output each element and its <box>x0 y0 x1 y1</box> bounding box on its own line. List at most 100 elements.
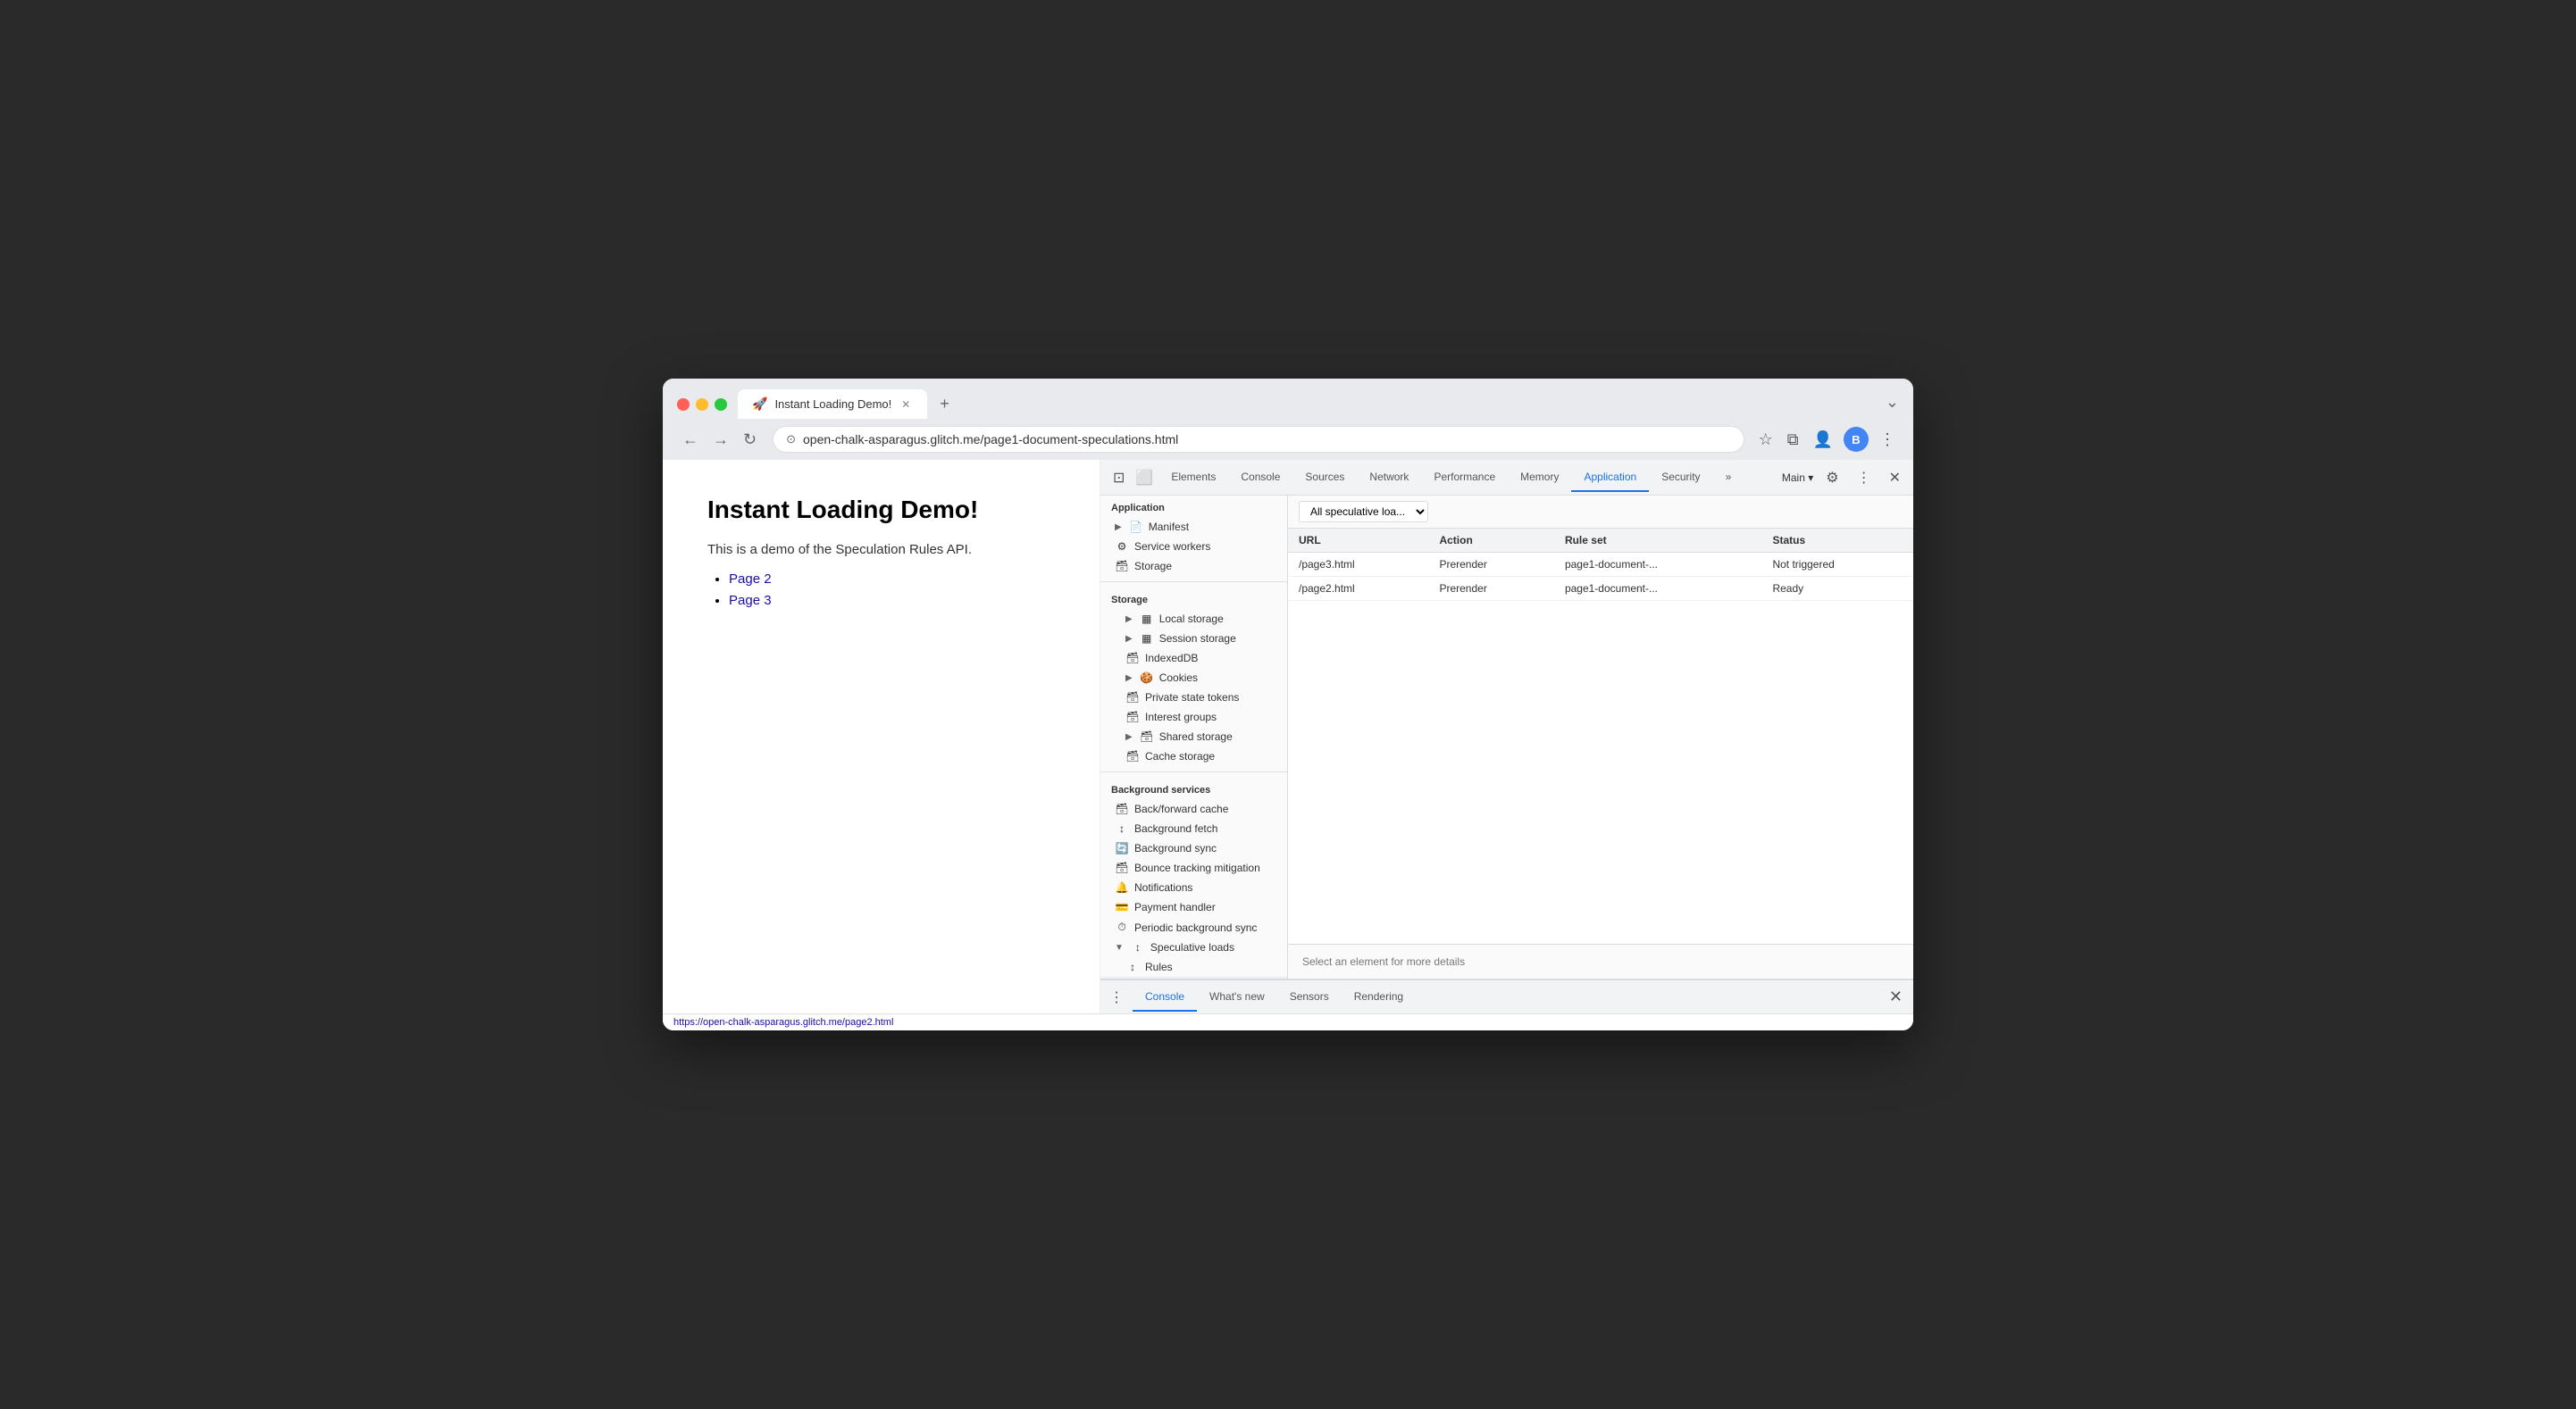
devtools-main-panel: All speculative loa... URL Action Rule s… <box>1288 496 1913 979</box>
console-close-button[interactable]: ✕ <box>1878 980 1913 1013</box>
forward-button[interactable]: → <box>707 427 734 453</box>
tab-security[interactable]: Security <box>1649 463 1712 492</box>
bounce-tracking-icon: 🗃 <box>1115 862 1129 874</box>
tab-network[interactable]: Network <box>1357 463 1421 492</box>
tab-application[interactable]: Application <box>1571 463 1649 492</box>
devtools-device-icon[interactable]: ⬜ <box>1130 465 1158 490</box>
sidebar-item-back-forward-cache[interactable]: 🗃 Back/forward cache <box>1100 799 1287 819</box>
filter-select[interactable]: All speculative loa... <box>1299 501 1428 522</box>
page3-link[interactable]: Page 3 <box>729 593 772 608</box>
console-tab-console[interactable]: Console <box>1133 983 1197 1012</box>
close-traffic-light[interactable] <box>677 398 690 411</box>
sidebar-item-local-storage[interactable]: ▶ ▦ Local storage <box>1100 609 1287 629</box>
local-storage-icon: ▦ <box>1140 613 1154 625</box>
notifications-label: Notifications <box>1134 881 1192 894</box>
tab-more[interactable]: » <box>1713 463 1744 492</box>
sidebar-item-bounce-tracking[interactable]: 🗃 Bounce tracking mitigation <box>1100 858 1287 878</box>
sidebar-item-storage-app[interactable]: 🗃 Storage <box>1100 556 1287 576</box>
sidebar-item-background-fetch[interactable]: ↕ Background fetch <box>1100 819 1287 838</box>
col-status: Status <box>1761 529 1913 553</box>
sidebar-item-indexeddb[interactable]: 🗃 IndexedDB <box>1100 648 1287 668</box>
minimize-traffic-light[interactable] <box>696 398 708 411</box>
tab-bar: 🚀 Instant Loading Demo! ✕ + <box>738 389 1875 419</box>
cell-action: Prerender <box>1428 553 1553 577</box>
storage-app-icon: 🗃 <box>1115 560 1129 572</box>
more-options-icon[interactable]: ⋮ <box>1876 427 1899 453</box>
payment-handler-label: Payment handler <box>1134 901 1216 913</box>
manifest-arrow: ▶ <box>1115 522 1122 532</box>
sidebar-item-rules[interactable]: ↕ Rules <box>1100 957 1287 977</box>
page2-link[interactable]: Page 2 <box>729 571 772 587</box>
speculative-loads-label: Speculative loads <box>1150 941 1234 954</box>
console-tab-sensors[interactable]: Sensors <box>1277 983 1342 1012</box>
devtools-selector-icon[interactable]: ⊡ <box>1108 465 1130 490</box>
status-bar: https://open-chalk-asparagus.glitch.me/p… <box>663 1013 1913 1030</box>
sidebar-item-cache-storage[interactable]: 🗃 Cache storage <box>1100 746 1287 766</box>
status-url: https://open-chalk-asparagus.glitch.me/p… <box>673 1017 893 1028</box>
address-input[interactable] <box>803 432 1731 446</box>
profile-icon[interactable]: 👤 <box>1810 427 1836 453</box>
tab-favicon: 🚀 <box>752 396 767 412</box>
tab-close-button[interactable]: ✕ <box>899 397 913 412</box>
sidebar-item-interest-groups[interactable]: 🗃 Interest groups <box>1100 707 1287 727</box>
console-tab-rendering[interactable]: Rendering <box>1342 983 1416 1012</box>
table-row[interactable]: /page3.html Prerender page1-document-...… <box>1288 553 1913 577</box>
tab-memory[interactable]: Memory <box>1508 463 1571 492</box>
address-bar-wrap[interactable]: ⊙ <box>773 426 1744 453</box>
refresh-button[interactable]: ↻ <box>738 427 762 453</box>
devtools-more-button[interactable]: ⋮ <box>1852 465 1877 490</box>
bounce-tracking-label: Bounce tracking mitigation <box>1134 862 1260 874</box>
sidebar-item-notifications[interactable]: 🔔 Notifications <box>1100 878 1287 897</box>
browser-window: 🚀 Instant Loading Demo! ✕ + ⌄ ← → ↻ ⊙ ☆ … <box>663 379 1913 1030</box>
user-avatar[interactable]: B <box>1844 427 1869 452</box>
local-storage-arrow: ▶ <box>1125 614 1133 624</box>
bottom-panel: Select an element for more details <box>1288 944 1913 979</box>
tab-sources[interactable]: Sources <box>1292 463 1357 492</box>
sidebar-item-session-storage[interactable]: ▶ ▦ Session storage <box>1100 629 1287 648</box>
extensions-icon[interactable]: ⧉ <box>1784 427 1802 453</box>
context-selector[interactable]: Main ▾ <box>1782 471 1813 484</box>
storage-app-label: Storage <box>1134 560 1172 572</box>
sidebar-item-manifest[interactable]: ▶ 📄 Manifest <box>1100 517 1287 537</box>
sidebar-item-speculative-loads[interactable]: ▼ ↕ Speculative loads <box>1100 938 1287 957</box>
sidebar-divider-1 <box>1100 581 1287 582</box>
security-icon: ⊙ <box>786 432 796 446</box>
console-menu-icon[interactable]: ⋮ <box>1100 981 1133 1013</box>
bookmark-icon[interactable]: ☆ <box>1755 427 1777 453</box>
table-body: /page3.html Prerender page1-document-...… <box>1288 553 1913 601</box>
traffic-lights <box>677 398 727 411</box>
background-sync-label: Background sync <box>1134 842 1217 855</box>
console-bar: ⋮ Console What's new Sensors Rendering ✕ <box>1100 979 1913 1013</box>
interest-groups-label: Interest groups <box>1145 711 1217 723</box>
tab-elements[interactable]: Elements <box>1158 463 1228 492</box>
payment-handler-icon: 💳 <box>1115 901 1129 913</box>
cell-rule-set: page1-document-... <box>1554 577 1762 601</box>
shared-storage-label: Shared storage <box>1159 730 1233 743</box>
sidebar-item-private-state-tokens[interactable]: 🗃 Private state tokens <box>1100 688 1287 707</box>
maximize-traffic-light[interactable] <box>715 398 727 411</box>
console-tab-whatsnew[interactable]: What's new <box>1197 983 1277 1012</box>
address-bar: ← → ↻ ⊙ ☆ ⧉ 👤 B ⋮ <box>663 419 1913 460</box>
back-forward-cache-label: Back/forward cache <box>1134 803 1228 815</box>
notifications-icon: 🔔 <box>1115 881 1129 894</box>
devtools-close-button[interactable]: ✕ <box>1884 465 1906 490</box>
panel-toolbar: All speculative loa... <box>1288 496 1913 529</box>
back-button[interactable]: ← <box>677 427 704 453</box>
new-tab-button[interactable]: + <box>931 389 958 419</box>
tab-console[interactable]: Console <box>1228 463 1292 492</box>
tab-bar-right: ⌄ <box>1886 393 1899 415</box>
service-workers-icon: ⚙ <box>1115 540 1129 553</box>
devtools-settings-button[interactable]: ⚙ <box>1820 465 1844 490</box>
sidebar-item-payment-handler[interactable]: 💳 Payment handler <box>1100 897 1287 917</box>
sidebar-item-periodic-bg-sync[interactable]: ⏱ Periodic background sync <box>1100 917 1287 938</box>
tab-performance[interactable]: Performance <box>1421 463 1508 492</box>
shared-storage-arrow: ▶ <box>1125 732 1133 742</box>
sidebar-item-background-sync[interactable]: 🔄 Background sync <box>1100 838 1287 858</box>
sidebar-item-service-workers[interactable]: ⚙ Service workers <box>1100 537 1287 556</box>
active-tab[interactable]: 🚀 Instant Loading Demo! ✕ <box>738 389 927 419</box>
sidebar-item-cookies[interactable]: ▶ 🍪 Cookies <box>1100 668 1287 688</box>
browser-toolbar-icons: ☆ ⧉ 👤 B ⋮ <box>1755 427 1899 453</box>
sidebar-item-shared-storage[interactable]: ▶ 🗃 Shared storage <box>1100 727 1287 746</box>
table-row[interactable]: /page2.html Prerender page1-document-...… <box>1288 577 1913 601</box>
window-menu-button[interactable]: ⌄ <box>1886 393 1899 412</box>
